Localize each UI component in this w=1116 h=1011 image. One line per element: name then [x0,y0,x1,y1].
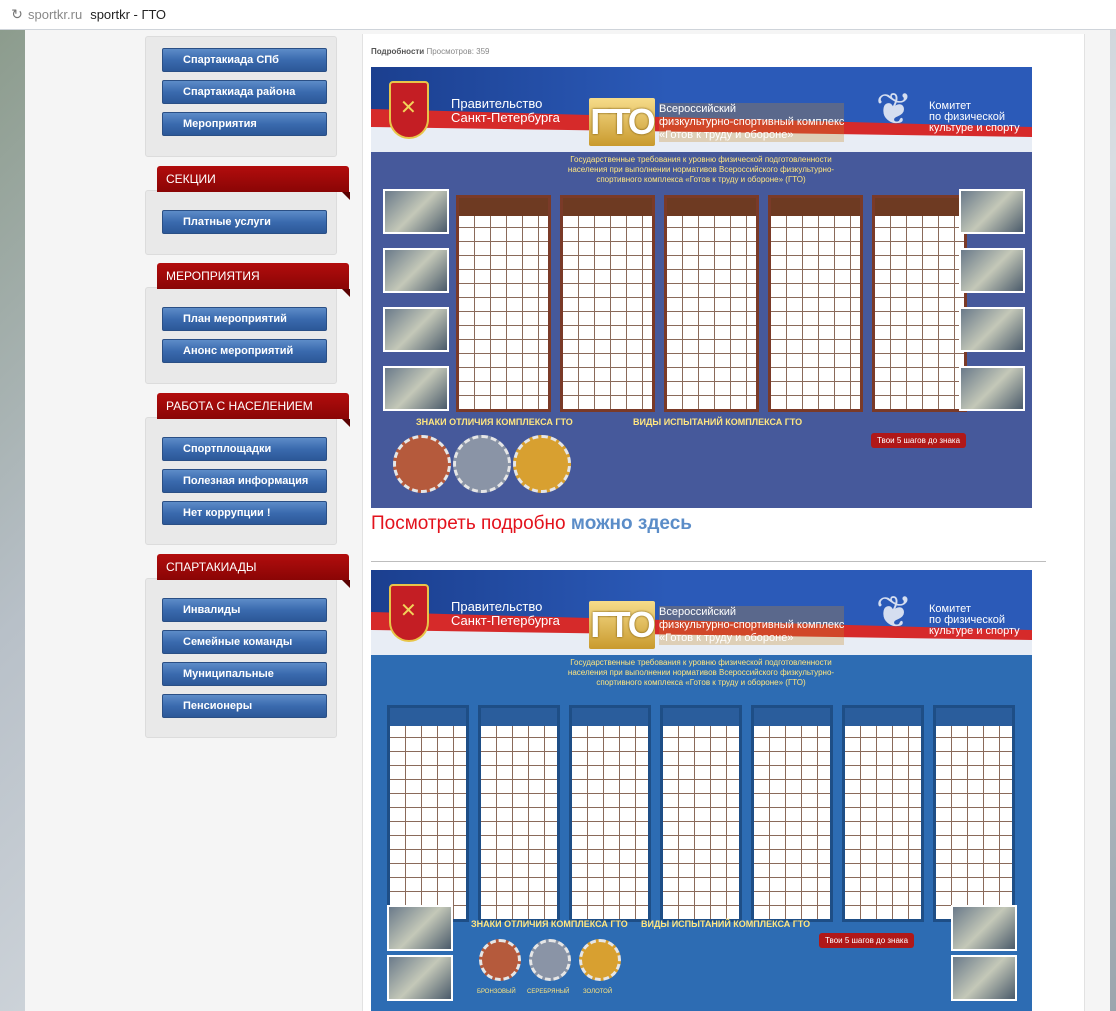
eagle-emblem-icon: ❦ [875,588,913,637]
photo [959,189,1025,234]
details-label: Подробности [371,47,425,56]
steps-badge: Твои 5 шагов до знака [871,433,967,448]
page-frame: Спартакиада СПб Спартакиада района Мероп… [25,30,1110,1011]
gold-badge-icon [579,939,621,981]
norms-table [660,705,742,922]
reload-icon[interactable]: ↻ [6,6,28,23]
government-text: Правительство Санкт-Петербурга [451,599,560,628]
requirements-text: Государственные требования к уровню физи… [567,658,835,687]
sidebar-item-spartakiada-district[interactable]: Спартакиада района [162,80,327,104]
sidebar-heading-events: МЕРОПРИЯТИЯ [157,263,350,297]
tests-title: ВИДЫ ИСПЫТАНИЙ КОМПЛЕКСА ГТО [641,919,811,929]
spb-emblem-icon [389,584,429,642]
sidebar-item-no-corruption[interactable]: Нет коррупции ! [162,501,327,525]
address-host: sportkr.ru [28,7,83,22]
gto-poster-2[interactable]: Правительство Санкт-Петербурга ГТО Всеро… [371,570,1032,1011]
norms-table [456,195,551,412]
poster-footer: ЗНАКИ ОТЛИЧИЯ КОМПЛЕКСА ГТО ВИДЫ ИСПЫТАН… [371,903,1032,1001]
committee-text: Комитет по физической культуре и спорту [929,100,1020,134]
badges-title: ЗНАКИ ОТЛИЧИЯ КОМПЛЕКСА ГТО [416,417,573,427]
gto-logo: ГТО [589,98,656,146]
photo [383,189,449,234]
complex-text: Всероссийский физкультурно-спортивный ко… [659,606,845,645]
norms-table [387,705,469,922]
photos-right [959,189,1025,425]
norms-table [560,195,655,412]
sidebar-item-disabled[interactable]: Инвалиды [162,598,327,622]
sidebar-item-useful-info[interactable]: Полезная информация [162,469,327,493]
committee-text: Комитет по физической культуре и спорту [929,603,1020,637]
silver-badge-icon [453,435,511,493]
eagle-emblem-icon: ❦ [875,85,913,134]
norms-table [751,705,833,922]
sidebar-item-sport-grounds[interactable]: Спортплощадки [162,437,327,461]
photo [959,366,1025,411]
photo [951,955,1017,1001]
address-bar[interactable]: ↻ sportkr.ru sportkr - ГТО [0,0,1116,30]
silver-badge-icon [529,939,571,981]
photo [383,366,449,411]
norms-tables [387,705,1015,925]
bronze-label: БРОНЗОВЫЙ [477,989,516,995]
bronze-badge-icon [479,939,521,981]
photo [951,905,1017,951]
norms-table [664,195,759,412]
gold-label: ЗОЛОТОЙ [583,989,613,995]
sidebar-item-events-plan[interactable]: План мероприятий [162,307,327,331]
government-text: Правительство Санкт-Петербурга [451,96,560,125]
requirements-text: Государственные требования к уровню физи… [567,155,835,184]
sidebar-item-spartakiada-spb[interactable]: Спартакиада СПб [162,48,327,72]
steps-badge: Твои 5 шагов до знака [819,933,915,948]
more-details-link[interactable]: Посмотреть подробно можно здесь [371,513,692,535]
sidebar-item-municipal[interactable]: Муниципальные [162,662,327,686]
photos-left [383,189,449,425]
norms-table [478,705,560,922]
more-link-here[interactable]: можно здесь [571,513,692,534]
badges-title: ЗНАКИ ОТЛИЧИЯ КОМПЛЕКСА ГТО [471,919,628,929]
sidebar-item-pensioners[interactable]: Пенсионеры [162,694,327,718]
gto-poster-1[interactable]: Правительство Санкт-Петербурга ГТО Всеро… [371,67,1032,508]
sidebar-heading-sections: СЕКЦИИ [157,166,350,200]
spb-emblem-icon [389,81,429,139]
poster-footer: ЗНАКИ ОТЛИЧИЯ КОМПЛЕКСА ГТО ВИДЫ ИСПЫТАН… [371,413,1032,508]
gto-logo: ГТО [589,601,656,649]
gold-badge-icon [513,435,571,493]
complex-text: Всероссийский физкультурно-спортивный ко… [659,103,845,142]
bronze-badge-icon [393,435,451,493]
norms-table [768,195,863,412]
norms-tables [456,195,967,415]
norms-table [842,705,924,922]
photo [959,307,1025,352]
sidebar-heading-spartakiads: СПАРТАКИАДЫ [157,554,350,588]
sidebar-item-family-teams[interactable]: Семейные команды [162,630,327,654]
norms-table [933,705,1015,922]
photo [387,905,453,951]
silver-label: СЕРЕБРЯНЫЙ [527,989,570,995]
sidebar-item-paid-services[interactable]: Платные услуги [162,210,327,234]
photo [959,248,1025,293]
photo [387,955,453,1001]
norms-table [872,195,967,412]
norms-table [569,705,651,922]
photo [383,248,449,293]
sidebar-item-events-announce[interactable]: Анонс мероприятий [162,339,327,363]
sidebar-item-events[interactable]: Мероприятия [162,112,327,136]
views-count: Просмотров: 359 [426,47,490,56]
tests-title: ВИДЫ ИСПЫТАНИЙ КОМПЛЕКСА ГТО [633,417,803,427]
page-title: sportkr - ГТО [90,7,166,22]
sidebar-block-events [145,287,337,384]
article-details: Подробности Просмотров: 359 [371,47,490,56]
photo [383,307,449,352]
sidebar-heading-population: РАБОТА С НАСЕЛЕНИЕМ [157,393,350,427]
separator [371,561,1046,562]
more-prefix: Посмотреть подробно [371,513,566,534]
